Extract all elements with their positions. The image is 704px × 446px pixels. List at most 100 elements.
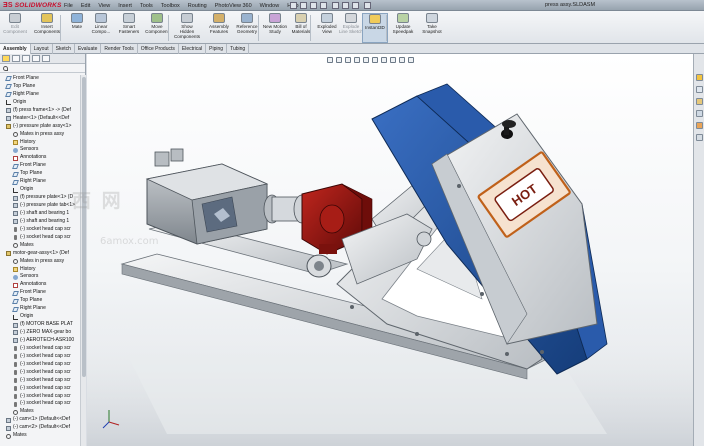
motor-gear-assy[interactable]	[145, 148, 311, 245]
new-document-icon[interactable]	[290, 2, 297, 9]
save-icon[interactable]	[310, 2, 317, 9]
tree-item[interactable]: (f) pressure plate<1> (D	[0, 194, 80, 202]
file-explorer-icon[interactable]	[696, 98, 703, 105]
view-palette-icon[interactable]	[696, 110, 703, 117]
tab-piping[interactable]: Piping	[206, 44, 228, 54]
tab-evaluate[interactable]: Evaluate	[75, 44, 102, 54]
menu-window[interactable]: Window	[256, 3, 284, 9]
section-view-icon[interactable]	[354, 57, 360, 63]
tree-item[interactable]: History	[0, 139, 80, 147]
zoom-to-fit-icon[interactable]	[327, 57, 333, 63]
edit-appearance-icon[interactable]	[390, 57, 396, 63]
scrollbar-thumb[interactable]	[82, 77, 86, 377]
tab-assembly[interactable]: Assembly	[0, 44, 31, 54]
previous-view-icon[interactable]	[345, 57, 351, 63]
tab-layout[interactable]: Layout	[31, 44, 53, 54]
menu-file[interactable]: File	[60, 3, 77, 9]
tree-item[interactable]: Right Plane	[0, 305, 80, 313]
resources-icon[interactable]	[696, 74, 703, 81]
tree-item[interactable]: Sensors	[0, 146, 80, 154]
tree-item[interactable]: Heater<1> (Default<<Def	[0, 115, 80, 123]
tree-item[interactable]: Mates in press assy	[0, 131, 80, 139]
tab-office-products[interactable]: Office Products	[138, 44, 179, 54]
insert-components-button[interactable]: Insert Components	[34, 13, 60, 43]
tree-item[interactable]: Top Plane	[0, 170, 80, 178]
tree-item[interactable]: (-) socket head cap scr	[0, 361, 80, 369]
tree-item[interactable]: Origin	[0, 99, 80, 107]
instant3d-button[interactable]: Instant3D	[362, 13, 388, 43]
assembly-features-button[interactable]: Assembly Features	[206, 13, 232, 43]
tree-item[interactable]: (-) pressure plate assy<1>	[0, 123, 80, 131]
menu-toolbox[interactable]: Toolbox	[157, 3, 184, 9]
feature-manager-tab-icon[interactable]	[2, 55, 10, 62]
show-hidden-components-button[interactable]: Show Hidden Components	[174, 13, 200, 43]
select-icon[interactable]	[342, 2, 349, 9]
solidworks-logo[interactable]: ƎS SOLIDWORKS	[3, 1, 62, 10]
mate-button[interactable]: Mate	[64, 13, 90, 43]
menu-photoview-360[interactable]: PhotoView 360	[211, 3, 256, 9]
tree-item[interactable]: Right Plane	[0, 178, 80, 186]
menu-insert[interactable]: Insert	[114, 3, 136, 9]
tree-item[interactable]: (-) socket head cap scr	[0, 385, 80, 393]
tree-filter[interactable]	[0, 64, 85, 73]
property-manager-tab-icon[interactable]	[12, 55, 20, 62]
menu-routing[interactable]: Routing	[184, 3, 211, 9]
tree-item[interactable]: Sensors	[0, 273, 80, 281]
configuration-manager-tab-icon[interactable]	[22, 55, 30, 62]
tree-item[interactable]: Top Plane	[0, 297, 80, 305]
tree-item[interactable]: (-) socket head cap scr	[0, 353, 80, 361]
tree-item[interactable]: (-) cam<2> (Default<<Def	[0, 424, 80, 432]
tree-item[interactable]: Origin	[0, 313, 80, 321]
tree-item[interactable]: (-) shaft and bearing 1	[0, 218, 80, 226]
print-icon[interactable]	[320, 2, 327, 9]
menu-edit[interactable]: Edit	[77, 3, 94, 9]
graphics-viewport[interactable]: HOT	[87, 54, 693, 446]
tree-item[interactable]: (-) socket head cap scr	[0, 226, 80, 234]
tree-item[interactable]: (-) socket head cap scr	[0, 345, 80, 353]
tree-item[interactable]: (f) MOTOR BASE PLAT	[0, 321, 80, 329]
appearances-icon[interactable]	[696, 122, 703, 129]
move-component-button[interactable]: Move Component	[144, 13, 170, 43]
zoom-area-icon[interactable]	[336, 57, 342, 63]
exploded-view-button[interactable]: Exploded View	[314, 13, 340, 43]
tree-item[interactable]: (-) socket head cap scr	[0, 400, 80, 408]
tree-item[interactable]: (-) socket head cap scr	[0, 234, 80, 242]
design-library-icon[interactable]	[696, 86, 703, 93]
assembly-model[interactable]: HOT	[87, 54, 693, 446]
tree-item[interactable]: Mates	[0, 242, 80, 250]
undo-icon[interactable]	[332, 2, 339, 9]
tree-item[interactable]: (-) socket head cap scr	[0, 369, 80, 377]
tree-item[interactable]: Right Plane	[0, 91, 80, 99]
tree-item[interactable]: Annotations	[0, 154, 80, 162]
tree-item[interactable]: (-) ZERO MAX-gear bo	[0, 329, 80, 337]
tree-item[interactable]: Annotations	[0, 281, 80, 289]
tree-item[interactable]: Front Plane	[0, 289, 80, 297]
rebuild-icon[interactable]	[352, 2, 359, 9]
smart-fasteners-button[interactable]: Smart Fasteners	[116, 13, 142, 43]
tree-item[interactable]: Mates in press assy	[0, 258, 80, 266]
display-manager-tab-icon[interactable]	[42, 55, 50, 62]
menu-tools[interactable]: Tools	[136, 3, 157, 9]
explode-line-sketch-button[interactable]: Explode Line Sketch	[338, 13, 364, 43]
options-icon[interactable]	[364, 2, 371, 9]
tree-item[interactable]: (-) pressure plate tab<1>	[0, 202, 80, 210]
view-orientation-icon[interactable]	[363, 57, 369, 63]
tree-item[interactable]: (-) shaft and bearing 1	[0, 210, 80, 218]
tree-item[interactable]: Front Plane	[0, 162, 80, 170]
tree-item[interactable]: (-) AEROTECH-ASR100	[0, 337, 80, 345]
menu-view[interactable]: View	[94, 3, 114, 9]
display-style-icon[interactable]	[372, 57, 378, 63]
tree-item[interactable]: Mates	[0, 432, 80, 440]
dimxpert-tab-icon[interactable]	[32, 55, 40, 62]
tab-render-tools[interactable]: Render Tools	[101, 44, 138, 54]
tree-item[interactable]: Top Plane	[0, 83, 80, 91]
tab-tubing[interactable]: Tubing	[227, 44, 250, 54]
reference-geometry-button[interactable]: Reference Geometry	[234, 13, 260, 43]
custom-properties-icon[interactable]	[696, 134, 703, 141]
take-snapshot-button[interactable]: Take Snapshot	[420, 13, 444, 43]
tab-sketch[interactable]: Sketch	[53, 44, 75, 54]
new-motion-study-button[interactable]: New Motion Study	[262, 13, 288, 43]
hide-show-icon[interactable]	[381, 57, 387, 63]
linear-compo-button[interactable]: Linear Compo...	[88, 13, 114, 43]
view-settings-icon[interactable]	[408, 57, 414, 63]
